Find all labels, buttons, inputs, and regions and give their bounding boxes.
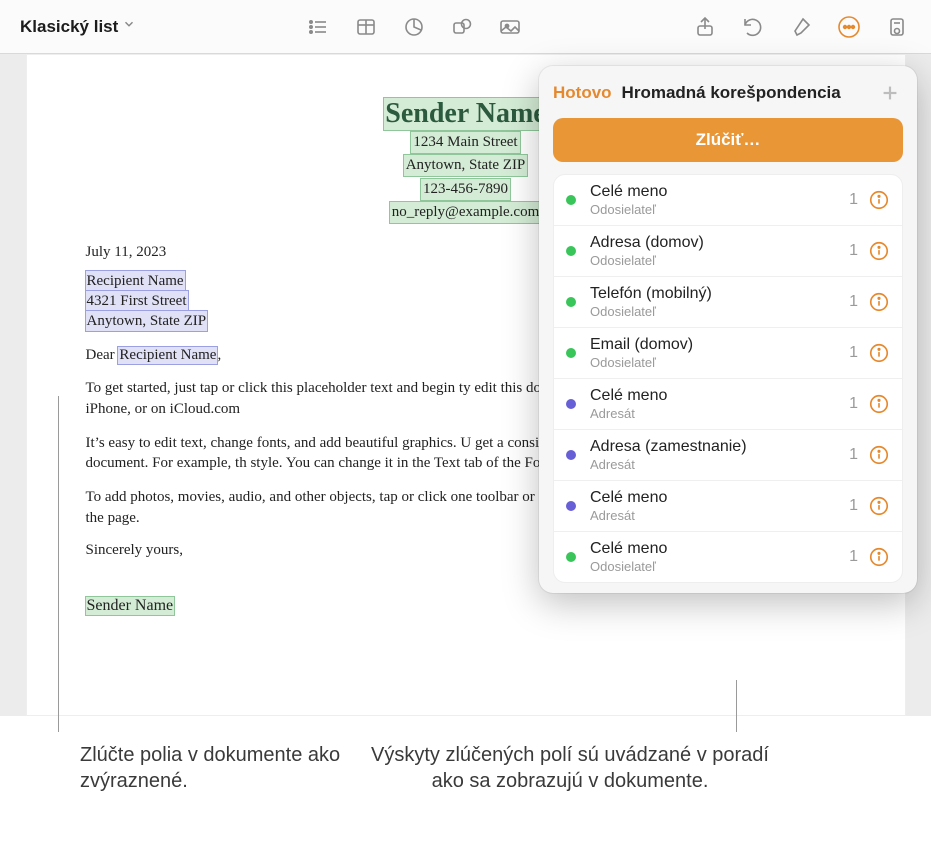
status-dot-icon (566, 348, 576, 358)
info-icon[interactable] (868, 342, 890, 364)
merge-field-recipient-name[interactable]: Recipient Name (86, 271, 185, 291)
merge-field-signature[interactable]: Sender Name (86, 597, 175, 615)
merge-field-row[interactable]: Celé menoOdosielateľ 1 (554, 175, 902, 226)
merge-field-sender-name[interactable]: Sender Name (384, 98, 546, 130)
merge-field-row[interactable]: Adresa (domov)Odosielateľ 1 (554, 226, 902, 277)
info-icon[interactable] (868, 546, 890, 568)
status-dot-icon (566, 501, 576, 511)
field-count: 1 (849, 344, 858, 362)
table-icon[interactable] (344, 9, 388, 45)
field-sub: Adresát (590, 457, 839, 472)
document-options-icon[interactable] (875, 9, 919, 45)
merge-field-sender-email[interactable]: no_reply@example.com (390, 202, 542, 223)
field-count: 1 (849, 548, 858, 566)
field-name: Email (domov) (590, 336, 839, 354)
merge-field-sender-phone[interactable]: 123-456-7890 (421, 179, 510, 200)
chart-icon[interactable] (392, 9, 436, 45)
field-count: 1 (849, 242, 858, 260)
share-icon[interactable] (683, 9, 727, 45)
field-count: 1 (849, 446, 858, 464)
caption-right: Výskyty zlúčených polí sú uvádzané v por… (360, 742, 780, 794)
add-field-button[interactable] (877, 80, 903, 106)
doc-title: Klasický list (20, 17, 118, 37)
bullet-list-icon[interactable] (296, 9, 340, 45)
merge-field-salutation-name[interactable]: Recipient Name (118, 347, 217, 364)
info-icon[interactable] (868, 495, 890, 517)
merge-field-recipient-addr2[interactable]: Anytown, State ZIP (86, 311, 208, 331)
field-name: Adresa (domov) (590, 234, 839, 252)
more-icon[interactable] (827, 9, 871, 45)
field-name: Adresa (zamestnanie) (590, 438, 839, 456)
info-icon[interactable] (868, 393, 890, 415)
merge-field-row[interactable]: Celé menoOdosielateľ 1 (554, 532, 902, 582)
merge-field-sender-addr1[interactable]: 1234 Main Street (411, 132, 519, 153)
undo-icon[interactable] (731, 9, 775, 45)
caption-left: Zlúčte polia v dokumente ako zvýraznené. (80, 742, 380, 794)
captions: Zlúčte polia v dokumente ako zvýraznené.… (0, 718, 931, 838)
field-sub: Adresát (590, 508, 839, 523)
field-sub: Odosielateľ (590, 253, 839, 268)
merge-field-row[interactable]: Celé menoAdresát 1 (554, 379, 902, 430)
done-button[interactable]: Hotovo (553, 83, 612, 103)
merge-field-list: Celé menoOdosielateľ1Adresa (domov)Odosi… (553, 174, 903, 583)
field-name: Telefón (mobilný) (590, 285, 839, 303)
merge-field-sender-addr2[interactable]: Anytown, State ZIP (404, 155, 528, 176)
info-icon[interactable] (868, 444, 890, 466)
panel-title: Hromadná korešpondencia (622, 83, 841, 103)
merge-field-row[interactable]: Telefón (mobilný)Odosielateľ 1 (554, 277, 902, 328)
field-name: Celé meno (590, 540, 839, 558)
field-sub: Odosielateľ (590, 304, 839, 319)
status-dot-icon (566, 450, 576, 460)
field-sub: Odosielateľ (590, 202, 839, 217)
status-dot-icon (566, 399, 576, 409)
chevron-down-icon (122, 17, 136, 36)
field-sub: Adresát (590, 406, 839, 421)
field-name: Celé meno (590, 183, 839, 201)
callout-connector (58, 396, 59, 732)
field-name: Celé meno (590, 387, 839, 405)
field-name: Celé meno (590, 489, 839, 507)
format-brush-icon[interactable] (779, 9, 823, 45)
merge-field-row[interactable]: Email (domov)Odosielateľ 1 (554, 328, 902, 379)
field-count: 1 (849, 293, 858, 311)
field-count: 1 (849, 191, 858, 209)
mail-merge-panel: Hotovo Hromadná korešpondencia Zlúčiť… C… (539, 66, 917, 593)
toolbar: Klasický list (0, 0, 931, 54)
merge-field-row[interactable]: Celé menoAdresát 1 (554, 481, 902, 532)
field-sub: Odosielateľ (590, 355, 839, 370)
merge-button[interactable]: Zlúčiť… (553, 118, 903, 162)
doc-title-dropdown[interactable]: Klasický list (12, 10, 144, 44)
status-dot-icon (566, 552, 576, 562)
field-count: 1 (849, 497, 858, 515)
field-sub: Odosielateľ (590, 559, 839, 574)
merge-field-recipient-addr1[interactable]: 4321 First Street (86, 291, 188, 311)
status-dot-icon (566, 246, 576, 256)
info-icon[interactable] (868, 240, 890, 262)
status-dot-icon (566, 195, 576, 205)
media-icon[interactable] (488, 9, 532, 45)
info-icon[interactable] (868, 291, 890, 313)
field-count: 1 (849, 395, 858, 413)
info-icon[interactable] (868, 189, 890, 211)
shape-icon[interactable] (440, 9, 484, 45)
status-dot-icon (566, 297, 576, 307)
merge-field-row[interactable]: Adresa (zamestnanie)Adresát 1 (554, 430, 902, 481)
